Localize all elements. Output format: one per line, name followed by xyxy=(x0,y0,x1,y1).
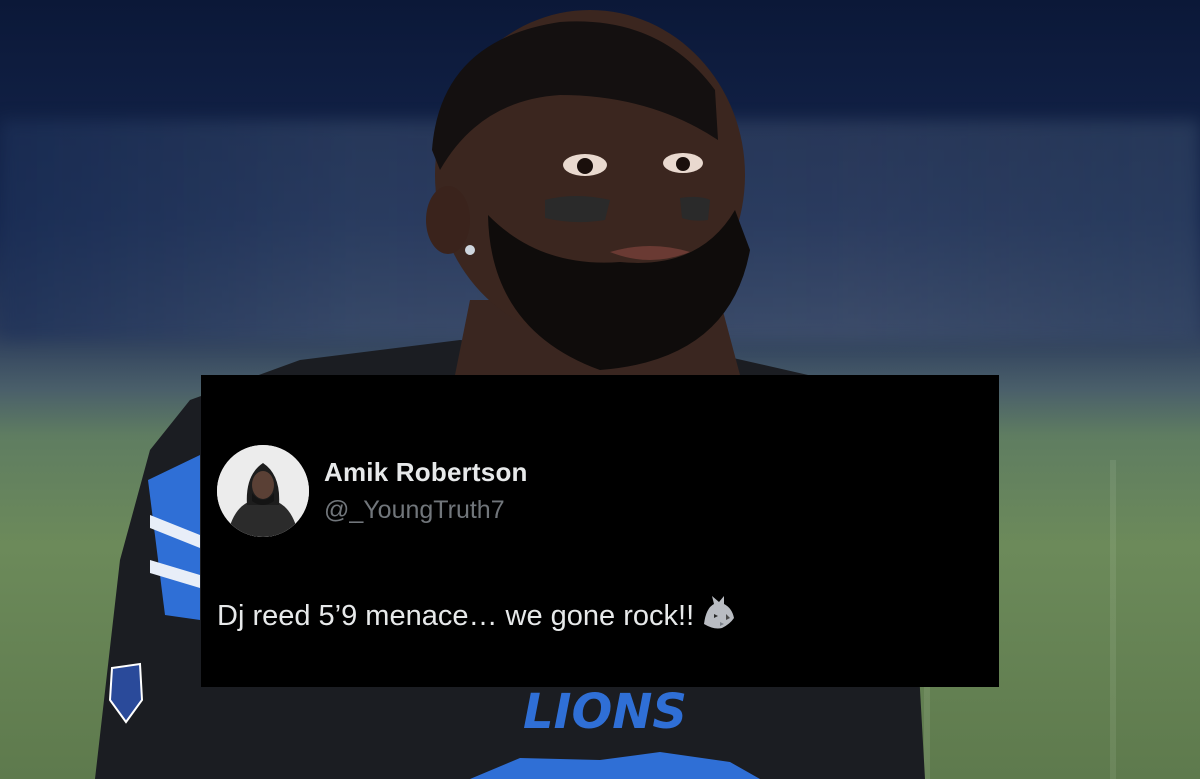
jersey-wordmark: LIONS xyxy=(523,684,687,740)
display-name[interactable]: Amik Robertson xyxy=(324,457,528,488)
tweet-card: Amik Robertson @_YoungTruth7 Dj reed 5’9… xyxy=(201,375,999,687)
tweet-body: Dj reed 5’9 menace… we gone rock!! xyxy=(217,600,695,632)
profile-photo xyxy=(217,445,309,537)
user-handle[interactable]: @_YoungTruth7 xyxy=(324,496,505,525)
wolf-icon xyxy=(700,594,738,640)
tweet-text: Dj reed 5’9 menace… we gone rock!! xyxy=(217,594,738,640)
avatar[interactable] xyxy=(217,445,309,537)
